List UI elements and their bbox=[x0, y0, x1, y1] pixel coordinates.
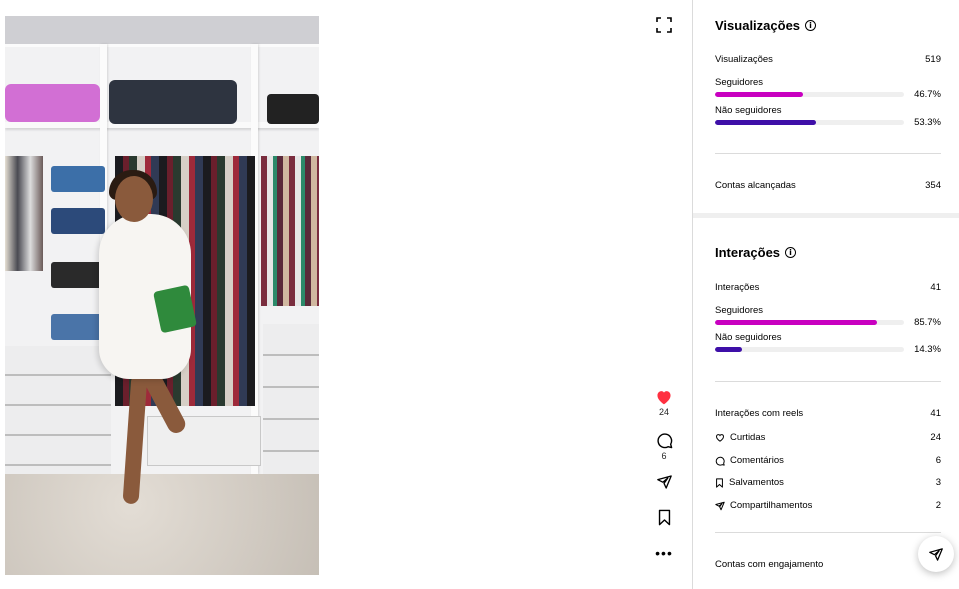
divider bbox=[715, 153, 941, 154]
section-separator bbox=[693, 213, 959, 218]
shares-label: Compartilhamentos bbox=[730, 500, 813, 511]
progress-track bbox=[715, 320, 904, 325]
views-total-label: Visualizações bbox=[715, 54, 773, 65]
views-followers-label: Seguidores bbox=[715, 77, 764, 88]
info-icon[interactable]: i bbox=[785, 247, 797, 258]
send-icon[interactable] bbox=[928, 547, 944, 562]
reel-video[interactable] bbox=[5, 16, 319, 575]
views-section: Visualizações i bbox=[715, 18, 941, 33]
drawers bbox=[263, 324, 319, 474]
bookmark-icon[interactable] bbox=[657, 509, 672, 526]
views-nonfollowers-fill bbox=[715, 120, 816, 125]
views-nonfollowers-pct: 53.3% bbox=[914, 117, 941, 128]
interactions-nonfollowers-label: Não seguidores bbox=[715, 332, 782, 343]
shares-value: 2 bbox=[935, 500, 941, 511]
like-button[interactable]: 24 bbox=[648, 389, 680, 417]
saves-value: 3 bbox=[935, 477, 941, 488]
carpet-floor bbox=[5, 474, 319, 575]
comments-count: 6 bbox=[661, 451, 667, 461]
likes-label: Curtidas bbox=[730, 432, 766, 443]
black-suitcase bbox=[109, 80, 237, 124]
interactions-followers-pct: 85.7% bbox=[914, 317, 941, 328]
ceiling bbox=[5, 16, 319, 46]
accounts-reached-label: Contas alcançadas bbox=[715, 180, 796, 191]
divider bbox=[715, 381, 941, 382]
views-total-value: 519 bbox=[925, 54, 941, 65]
interactions-total-value: 41 bbox=[930, 282, 941, 293]
insights-panel: Visualizações i Visualizações 519 Seguid… bbox=[692, 0, 959, 589]
folded-clothes bbox=[51, 262, 105, 288]
interactions-title-text: Interações bbox=[715, 245, 781, 260]
interactions-title: Interações i bbox=[715, 245, 941, 260]
comments-label: Comentários bbox=[730, 455, 784, 466]
save-button[interactable] bbox=[648, 509, 680, 526]
bookmark-icon bbox=[716, 477, 723, 488]
hanging-clothes bbox=[5, 156, 43, 271]
views-followers-pct: 46.7% bbox=[914, 89, 941, 100]
progress-track bbox=[715, 347, 904, 352]
interactions-nonfollowers-fill bbox=[715, 347, 743, 352]
interactions-section: Interações i bbox=[715, 245, 941, 260]
interactions-total-label: Interações bbox=[715, 282, 760, 293]
send-icon[interactable] bbox=[656, 474, 673, 490]
expand-icon[interactable] bbox=[654, 15, 674, 35]
heart-icon bbox=[716, 434, 724, 442]
more-options-button[interactable]: ••• bbox=[648, 545, 680, 563]
saves-label: Salvamentos bbox=[729, 477, 784, 488]
comment-icon[interactable] bbox=[656, 432, 673, 449]
interactions-nonfollowers-pct: 14.3% bbox=[914, 344, 941, 355]
pink-suitcase bbox=[5, 84, 100, 122]
folded-clothes bbox=[51, 208, 105, 234]
folded-clothes bbox=[51, 314, 105, 340]
views-title: Visualizações i bbox=[715, 18, 941, 33]
drawers bbox=[5, 346, 111, 474]
info-icon[interactable]: i bbox=[805, 20, 817, 31]
comment-icon bbox=[715, 456, 725, 466]
views-nonfollowers-label: Não seguidores bbox=[715, 105, 782, 116]
floating-share-button[interactable] bbox=[918, 536, 954, 572]
reels-interactions-label: Interações com reels bbox=[715, 408, 804, 419]
hanging-clothes bbox=[261, 156, 319, 306]
send-icon bbox=[715, 501, 725, 510]
likes-count: 24 bbox=[658, 407, 669, 417]
progress-track bbox=[715, 120, 904, 125]
engaged-accounts-label: Contas com engajamento bbox=[715, 559, 824, 570]
accounts-reached-value: 354 bbox=[925, 180, 941, 191]
person-face bbox=[115, 176, 153, 222]
black-bag bbox=[267, 94, 319, 124]
interactions-followers-fill bbox=[715, 320, 877, 325]
folded-clothes bbox=[51, 166, 105, 192]
heart-icon[interactable] bbox=[655, 389, 673, 405]
more-icon[interactable]: ••• bbox=[655, 545, 673, 561]
comment-button[interactable]: 6 bbox=[648, 432, 680, 461]
comments-value: 6 bbox=[935, 455, 941, 466]
drawer bbox=[147, 416, 261, 466]
share-button[interactable] bbox=[648, 474, 680, 490]
progress-track bbox=[715, 92, 904, 97]
interactions-followers-label: Seguidores bbox=[715, 305, 764, 316]
divider bbox=[715, 532, 941, 533]
reels-interactions-value: 41 bbox=[930, 408, 941, 419]
likes-value: 24 bbox=[930, 432, 941, 443]
views-followers-fill bbox=[715, 92, 804, 97]
views-title-text: Visualizações bbox=[715, 18, 801, 33]
